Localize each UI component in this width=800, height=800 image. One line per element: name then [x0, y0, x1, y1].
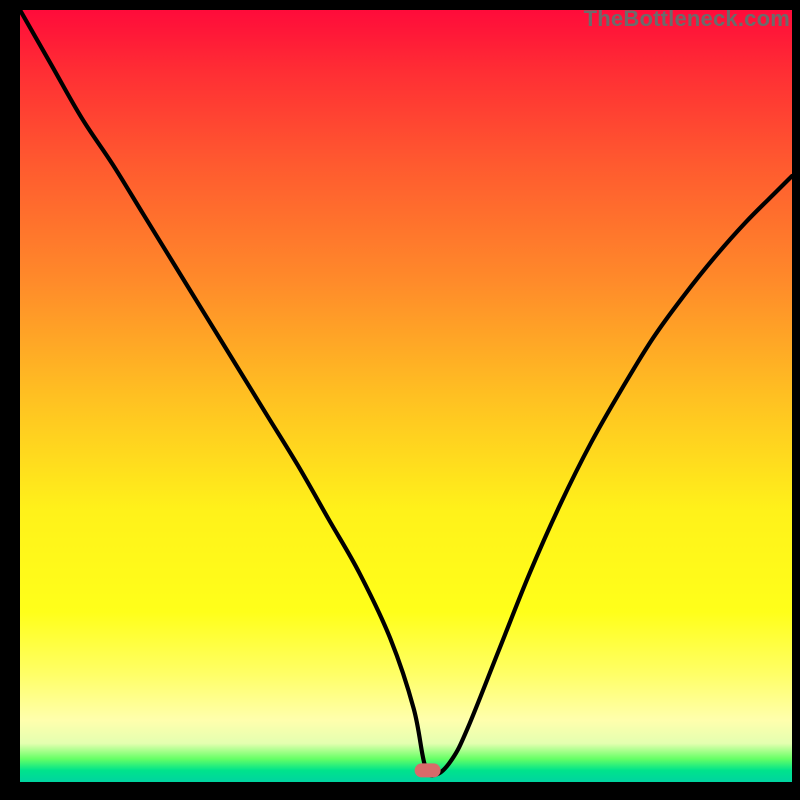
watermark-text: TheBottleneck.com	[584, 6, 790, 32]
bottleneck-curve	[20, 10, 792, 776]
chart-svg	[20, 10, 792, 782]
plot-area	[20, 10, 792, 782]
minimum-marker	[415, 763, 441, 777]
chart-stage: TheBottleneck.com	[0, 0, 800, 800]
